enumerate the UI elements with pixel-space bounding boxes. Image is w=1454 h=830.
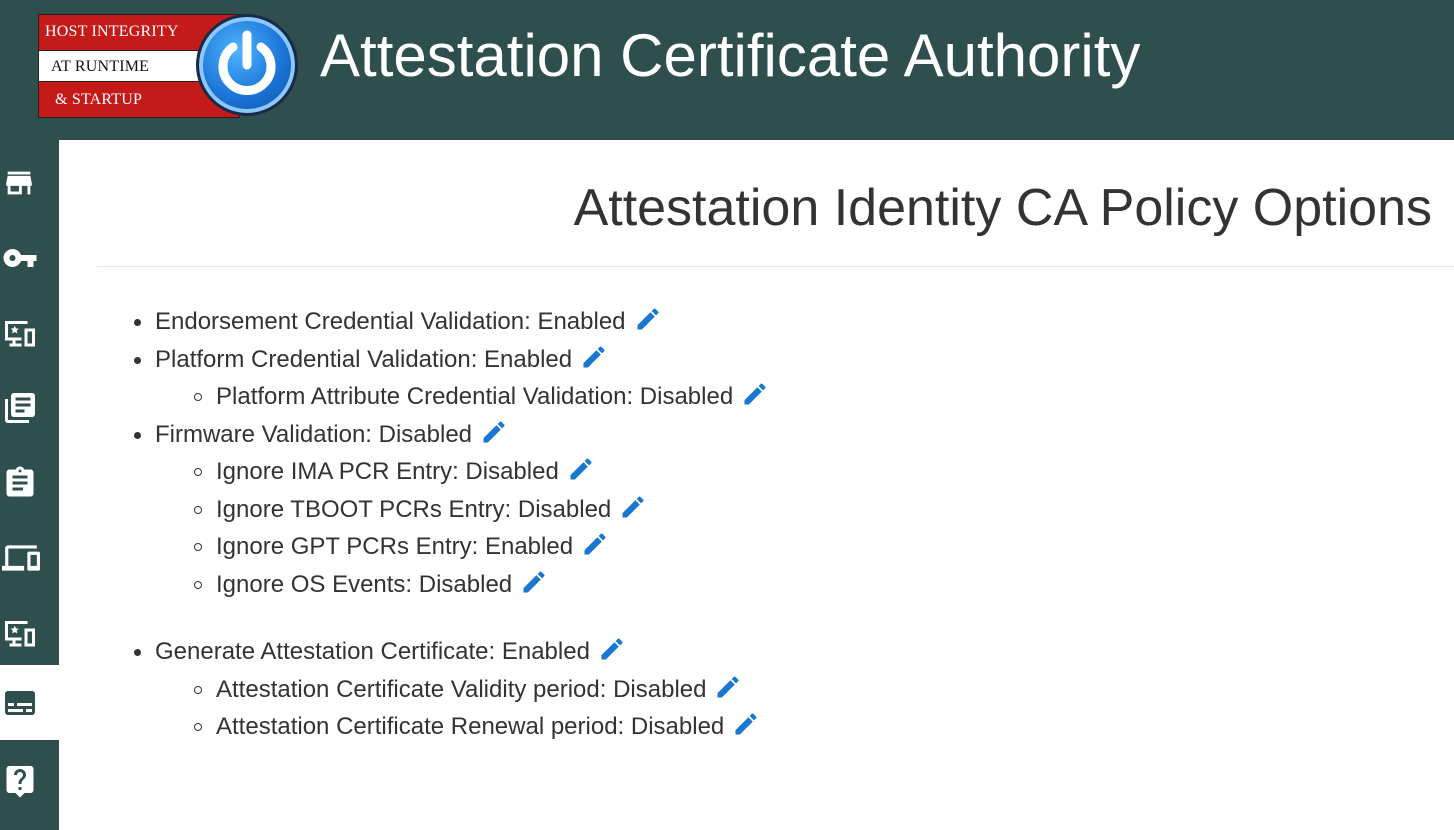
list-bullet	[194, 686, 202, 694]
policy-firmware-validation: Firmware Validation: Disabled	[134, 416, 508, 454]
list-bullet	[194, 506, 202, 514]
help-icon	[6, 765, 34, 797]
title-divider	[97, 266, 1454, 267]
sidebar-item-keys[interactable]	[0, 220, 59, 295]
policy-label: Ignore OS Events: Disabled	[216, 571, 513, 598]
sidebar-item-policy[interactable]	[0, 665, 59, 740]
sidebar-item-library[interactable]	[0, 370, 59, 445]
list-bullet	[194, 543, 202, 551]
policy-label: Ignore IMA PCR Entry: Disabled	[216, 458, 559, 485]
policy-endorsement-credential: Endorsement Credential Validation: Enabl…	[134, 303, 662, 341]
list-bullet	[194, 723, 202, 731]
pencil-icon[interactable]	[581, 530, 609, 565]
list-bullet	[134, 318, 141, 326]
sidebar-item-devices[interactable]	[0, 520, 59, 595]
devices-star-icon	[5, 320, 35, 346]
pencil-icon[interactable]	[714, 673, 742, 708]
policy-ignore-ima-pcr: Ignore IMA PCR Entry: Disabled	[194, 453, 595, 491]
policy-label: Attestation Certificate Renewal period: …	[216, 713, 725, 740]
store-icon	[6, 171, 32, 194]
pencil-icon[interactable]	[567, 455, 595, 490]
pencil-icon[interactable]	[520, 568, 548, 603]
app-title: Attestation Certificate Authority	[320, 22, 1141, 89]
pencil-icon[interactable]	[732, 710, 760, 745]
devices-icon	[2, 544, 40, 571]
pencil-icon[interactable]	[580, 343, 608, 378]
policy-label: Attestation Certificate Validity period:…	[216, 676, 707, 703]
list-bullet	[194, 581, 202, 589]
sidebar-item-devices-star[interactable]	[0, 295, 59, 370]
logo[interactable]: HOST INTEGRITY AT RUNTIME & STARTUP	[38, 14, 298, 118]
pencil-icon[interactable]	[480, 418, 508, 453]
list-bullet	[134, 431, 141, 439]
policy-ignore-tboot-pcrs: Ignore TBOOT PCRs Entry: Disabled	[194, 491, 647, 529]
page-title: Attestation Identity CA Policy Options	[573, 179, 1432, 237]
policy-ignore-gpt-pcrs: Ignore GPT PCRs Entry: Enabled	[194, 528, 609, 566]
app-header: HOST INTEGRITY AT RUNTIME & STARTUP Atte…	[0, 0, 1454, 140]
policy-label: Endorsement Credential Validation: Enabl…	[155, 308, 626, 335]
sidebar-item-assignment[interactable]	[0, 445, 59, 520]
policy-label: Generate Attestation Certificate: Enable…	[155, 638, 590, 665]
list-bullet	[134, 648, 141, 656]
policy-label: Ignore TBOOT PCRs Entry: Disabled	[216, 496, 612, 523]
policy-label: Platform Credential Validation: Enabled	[155, 346, 573, 373]
policy-certificate-renewal-period: Attestation Certificate Renewal period: …	[194, 708, 760, 746]
pencil-icon[interactable]	[598, 635, 626, 670]
key-icon	[3, 248, 37, 267]
assignment-icon	[6, 466, 34, 496]
pencil-icon[interactable]	[741, 380, 769, 415]
subtitles-icon	[5, 690, 35, 715]
policy-label: Firmware Validation: Disabled	[155, 421, 473, 448]
devices-star-icon	[5, 620, 35, 646]
policy-generate-attestation-certificate: Generate Attestation Certificate: Enable…	[134, 633, 626, 671]
list-bullet	[194, 468, 202, 476]
policy-ignore-os-events: Ignore OS Events: Disabled	[194, 566, 548, 604]
policy-platform-attribute-credential: Platform Attribute Credential Validation…	[194, 378, 769, 416]
sidebar-item-store[interactable]	[0, 145, 59, 220]
sidebar-item-devices-star-2[interactable]	[0, 595, 59, 670]
policy-certificate-validity-period: Attestation Certificate Validity period:…	[194, 671, 742, 709]
sidebar	[0, 140, 59, 830]
power-icon	[196, 14, 298, 116]
policy-label: Platform Attribute Credential Validation…	[216, 383, 734, 410]
library-books-icon	[5, 392, 35, 423]
list-bullet	[194, 393, 202, 401]
pencil-icon[interactable]	[634, 305, 662, 340]
list-bullet	[134, 356, 141, 364]
sidebar-item-help[interactable]	[0, 743, 59, 818]
policy-platform-credential: Platform Credential Validation: Enabled	[134, 341, 608, 379]
pencil-icon[interactable]	[619, 493, 647, 528]
policy-label: Ignore GPT PCRs Entry: Enabled	[216, 533, 574, 560]
